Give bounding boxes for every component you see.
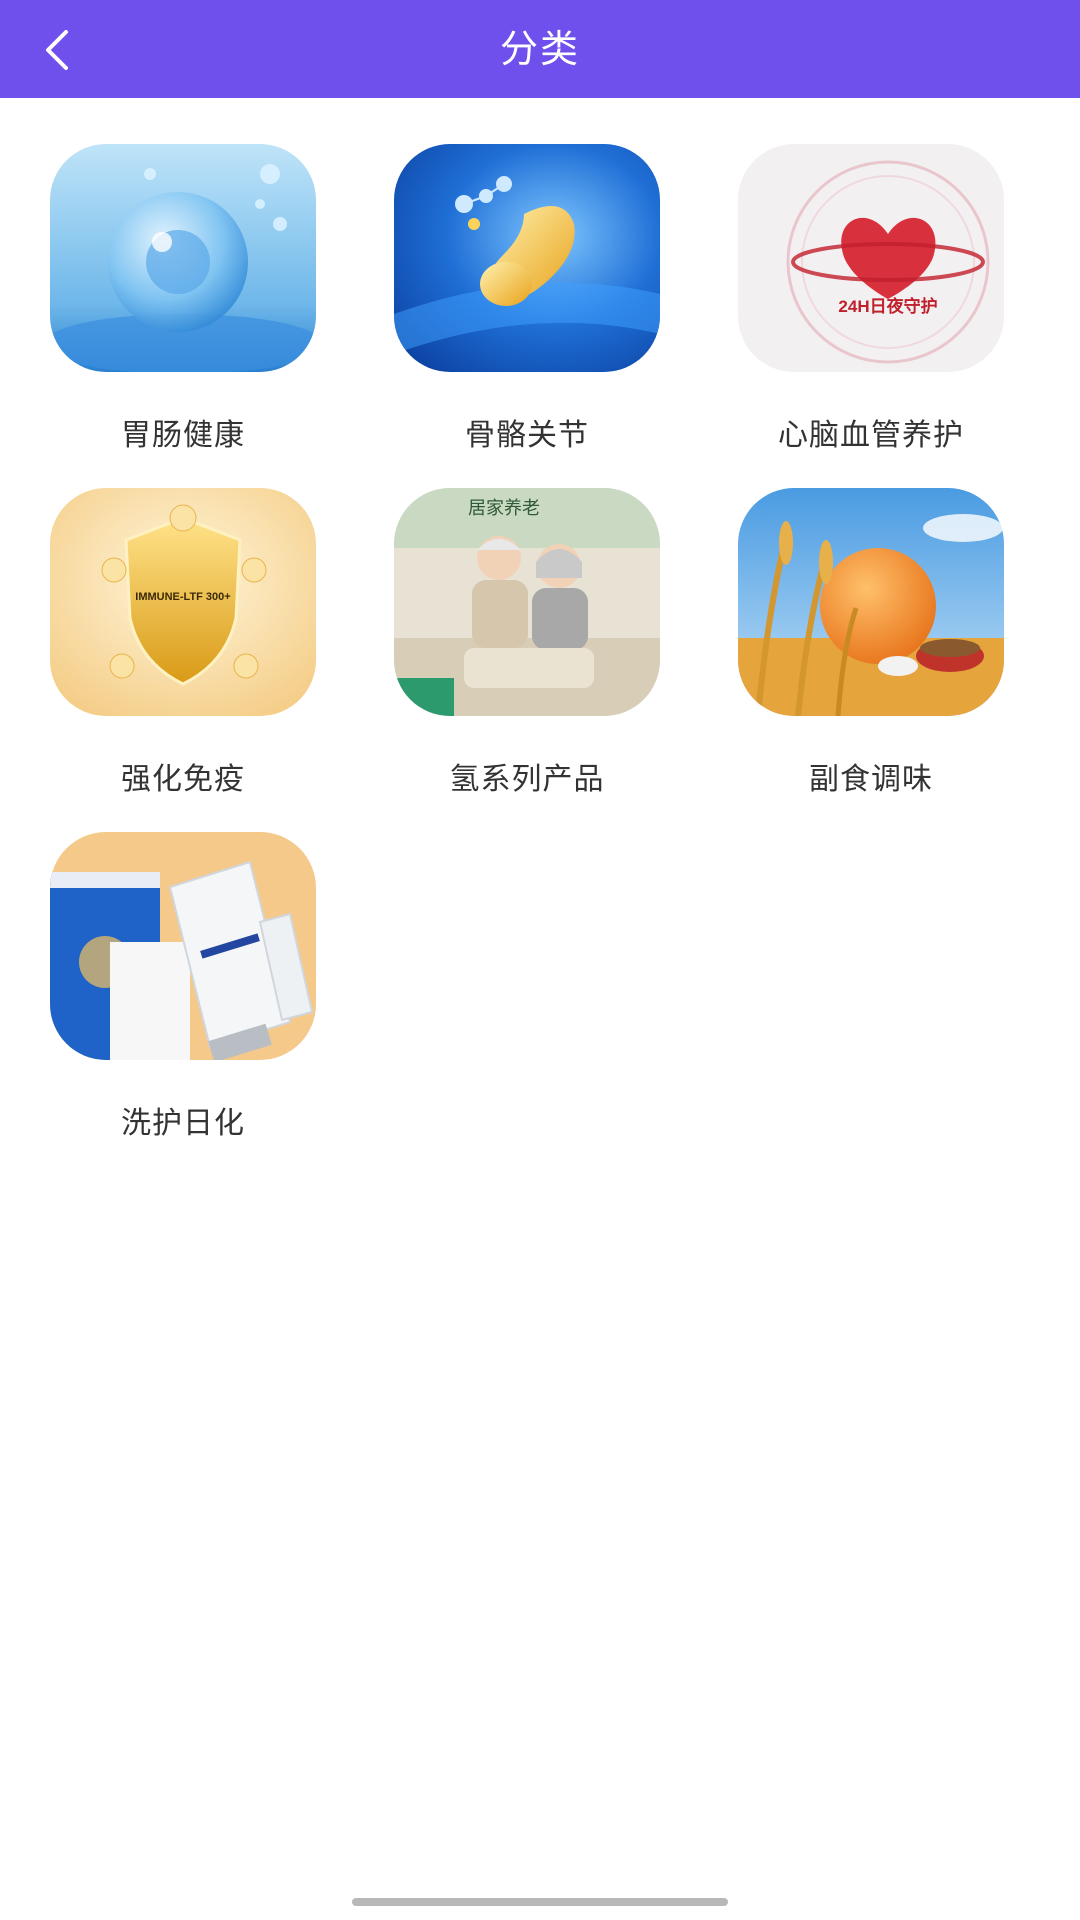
heart-clock-image: 24H日夜守护 <box>738 144 1004 372</box>
category-item-bone-joint[interactable]: 骨骼关节 <box>372 98 672 453</box>
immune-shield-image: IMMUNE-LTF 300+ <box>50 488 316 716</box>
category-item-immunity[interactable]: IMMUNE-LTF 300+ 强化免疫 <box>28 442 328 797</box>
page-title: 分类 <box>499 27 580 71</box>
category-item-daily-care[interactable]: 洗护日化 <box>28 786 328 1141</box>
water-cell-image <box>50 144 316 372</box>
svg-text:IMMUNE-LTF 300+: IMMUNE-LTF 300+ <box>135 591 230 603</box>
category-item-food-seasoning[interactable]: 副食调味 <box>716 442 1016 797</box>
category-label: 氢系列产品 <box>449 762 605 797</box>
category-label: 副食调味 <box>809 762 933 797</box>
svg-text:24H日夜守护: 24H日夜守护 <box>838 296 937 316</box>
elderly-couple-image: 居家养老 <box>394 488 660 716</box>
svg-text:居家养老: 居家养老 <box>468 498 540 518</box>
category-label: 洗护日化 <box>121 1106 245 1141</box>
category-item-hydrogen-series[interactable]: 居家养老 氢系列产品 <box>372 442 672 797</box>
category-item-gut-health[interactable]: 胃肠健康 <box>28 98 328 453</box>
wheat-grain-image <box>738 488 1004 716</box>
category-item-cardio-care[interactable]: 24H日夜守护 心脑血管养护 <box>716 98 1016 453</box>
joint-image <box>394 144 660 372</box>
home-indicator[interactable] <box>352 1898 728 1906</box>
skincare-product-image <box>50 832 316 1060</box>
app-header: 分类 <box>0 0 1080 98</box>
